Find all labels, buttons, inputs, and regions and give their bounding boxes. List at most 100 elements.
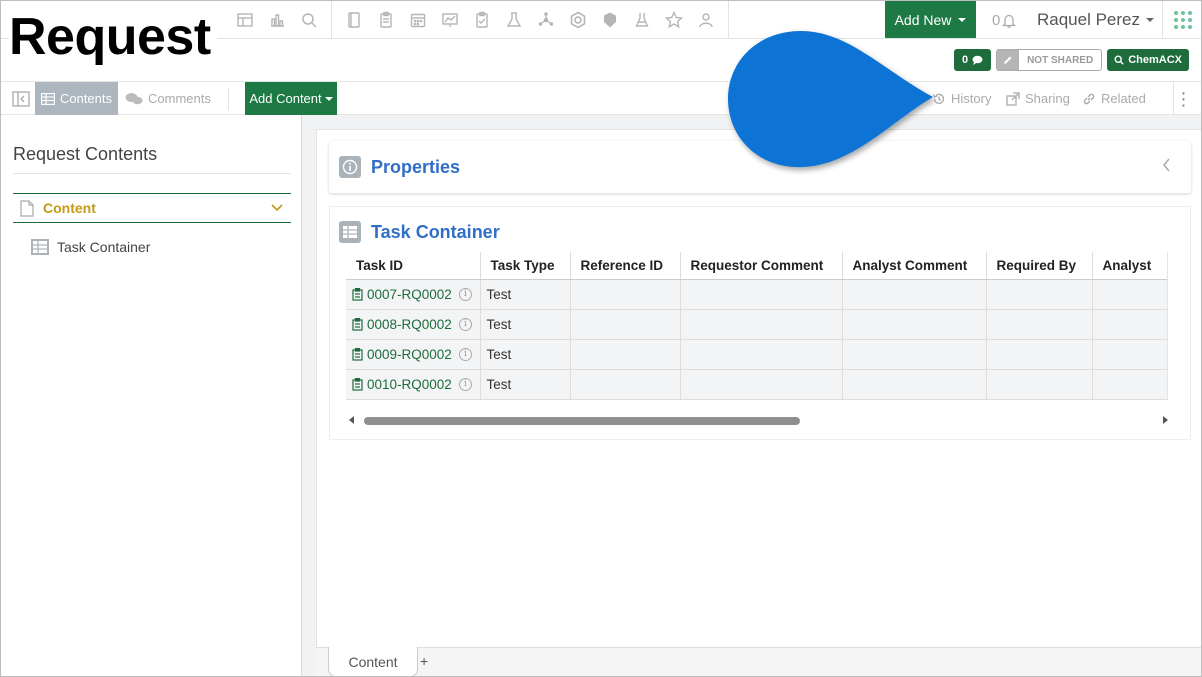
- task-id-link[interactable]: 0007-RQ0002: [367, 287, 452, 302]
- flask-icon[interactable]: [498, 1, 530, 39]
- notification-count: 0: [992, 11, 1001, 29]
- task-id-link[interactable]: 0008-RQ0002: [367, 317, 452, 332]
- add-content-button[interactable]: Add Content: [245, 82, 337, 115]
- more-options-icon[interactable]: ⋮: [1173, 82, 1193, 115]
- scrollbar-thumb[interactable]: [364, 417, 800, 425]
- table-cell: [842, 309, 987, 340]
- task-id-link[interactable]: 0010-RQ0002: [367, 377, 452, 392]
- table-icon: [40, 92, 55, 105]
- shield-icon[interactable]: [594, 1, 626, 39]
- table-cell: [842, 279, 987, 310]
- user-menu[interactable]: Raquel Perez: [1037, 1, 1155, 39]
- molecule-icon[interactable]: [530, 1, 562, 39]
- task-id-cell[interactable]: 0007-RQ0002 i: [346, 279, 481, 310]
- star-icon[interactable]: [658, 1, 690, 39]
- add-new-button[interactable]: Add New: [885, 1, 976, 38]
- page-title: Request: [9, 3, 217, 71]
- properties-panel[interactable]: Properties: [329, 141, 1191, 193]
- calendar-icon[interactable]: [402, 1, 434, 39]
- sharing-button[interactable]: Sharing: [1006, 82, 1070, 115]
- chemacx-label: ChemACX: [1128, 54, 1182, 66]
- task-id-cell[interactable]: 0008-RQ0002 i: [346, 309, 481, 340]
- sharing-label: Sharing: [1025, 91, 1070, 106]
- task-id-cell[interactable]: 0010-RQ0002 i: [346, 369, 481, 400]
- task-id-link[interactable]: 0009-RQ0002: [367, 347, 452, 362]
- comment-count: 0: [961, 54, 969, 66]
- task-icon: [352, 347, 363, 361]
- sidebar-item-task-container[interactable]: Task Container: [31, 237, 150, 257]
- bell-icon: [1002, 14, 1017, 28]
- clipboard-icon[interactable]: [370, 1, 402, 39]
- column-header[interactable]: Requestor Comment: [680, 252, 843, 280]
- user-group-icon[interactable]: [690, 1, 722, 39]
- history-label: History: [951, 91, 992, 106]
- table-cell: [680, 339, 843, 370]
- history-button[interactable]: History: [932, 82, 991, 115]
- table-cell: [842, 369, 987, 400]
- horizontal-scrollbar[interactable]: [346, 412, 1172, 428]
- add-new-label: Add New: [894, 11, 952, 28]
- presentation-icon[interactable]: [434, 1, 466, 39]
- sidebar-section-content[interactable]: Content: [13, 193, 291, 223]
- column-header[interactable]: Analyst: [1092, 252, 1167, 280]
- notebook-icon[interactable]: [338, 1, 370, 39]
- hexagon-icon[interactable]: [562, 1, 594, 39]
- table-row[interactable]: 0007-RQ0002 i Test: [346, 279, 1167, 310]
- apps-launcher[interactable]: [1162, 1, 1201, 39]
- table-cell: [1092, 309, 1167, 340]
- dashboard-icon[interactable]: [229, 1, 261, 39]
- task-type-cell: Test: [480, 279, 571, 310]
- related-button[interactable]: Related: [1082, 82, 1146, 115]
- scroll-right-icon[interactable]: [1163, 416, 1168, 424]
- search-icon[interactable]: [293, 1, 325, 39]
- document-icon: [20, 199, 34, 217]
- sidebar-item-label: Task Container: [57, 239, 151, 255]
- scroll-left-icon[interactable]: [349, 416, 354, 424]
- bottom-tab-content[interactable]: Content: [328, 647, 418, 676]
- table-icon: [339, 221, 361, 243]
- caret-down-icon: [324, 96, 333, 101]
- column-header[interactable]: Analyst Comment: [842, 252, 987, 280]
- task-type-cell: Test: [480, 369, 571, 400]
- table-row[interactable]: 0008-RQ0002 i Test: [346, 309, 1167, 340]
- info-icon[interactable]: i: [458, 347, 472, 361]
- properties-title: Properties: [371, 157, 461, 177]
- table-cell: [986, 279, 1093, 310]
- add-tab-button[interactable]: +: [420, 653, 428, 669]
- notifications[interactable]: 0: [992, 1, 1017, 39]
- panel-toggle-icon[interactable]: [10, 88, 32, 110]
- grid-icon: [1173, 11, 1192, 29]
- column-header[interactable]: Reference ID: [570, 252, 681, 280]
- task-table-wrapper: Task ID Task Type Reference ID Requestor…: [346, 252, 1168, 400]
- table-row[interactable]: 0010-RQ0002 i Test: [346, 369, 1167, 400]
- task-container-panel: Task Container Task ID Task Type Referen…: [329, 206, 1191, 440]
- table-icon: [31, 239, 49, 255]
- column-header[interactable]: Task ID: [346, 252, 481, 280]
- checklist-icon[interactable]: [466, 1, 498, 39]
- info-icon[interactable]: i: [458, 377, 472, 391]
- comment-count-badge[interactable]: 0: [953, 49, 992, 71]
- sharing-status: NOT SHARED: [1027, 54, 1094, 66]
- sidebar: Request Contents Content Task Container: [1, 115, 302, 676]
- task-icon: [352, 287, 363, 301]
- sharing-status-badge[interactable]: NOT SHARED: [996, 49, 1103, 71]
- table-row[interactable]: 0009-RQ0002 i Test: [346, 339, 1167, 370]
- table-cell: [680, 279, 843, 310]
- tab-contents[interactable]: Contents: [35, 82, 118, 115]
- task-id-cell[interactable]: 0009-RQ0002 i: [346, 339, 481, 370]
- chevron-left-icon[interactable]: [1162, 158, 1171, 177]
- link-icon: [1083, 93, 1095, 104]
- column-header[interactable]: Required By: [986, 252, 1093, 280]
- chemacx-button[interactable]: ChemACX: [1107, 49, 1189, 71]
- table-cell: [570, 309, 681, 340]
- caret-down-icon: [958, 17, 967, 22]
- chart-icon[interactable]: [261, 1, 293, 39]
- history-icon: [932, 93, 945, 104]
- column-header[interactable]: Task Type: [480, 252, 571, 280]
- beaker-icon[interactable]: [626, 1, 658, 39]
- tab-comments[interactable]: Comments: [125, 82, 211, 115]
- info-icon[interactable]: i: [458, 287, 472, 301]
- table-cell: [986, 369, 1093, 400]
- info-icon[interactable]: i: [458, 317, 472, 331]
- task-container-title: Task Container: [371, 222, 500, 242]
